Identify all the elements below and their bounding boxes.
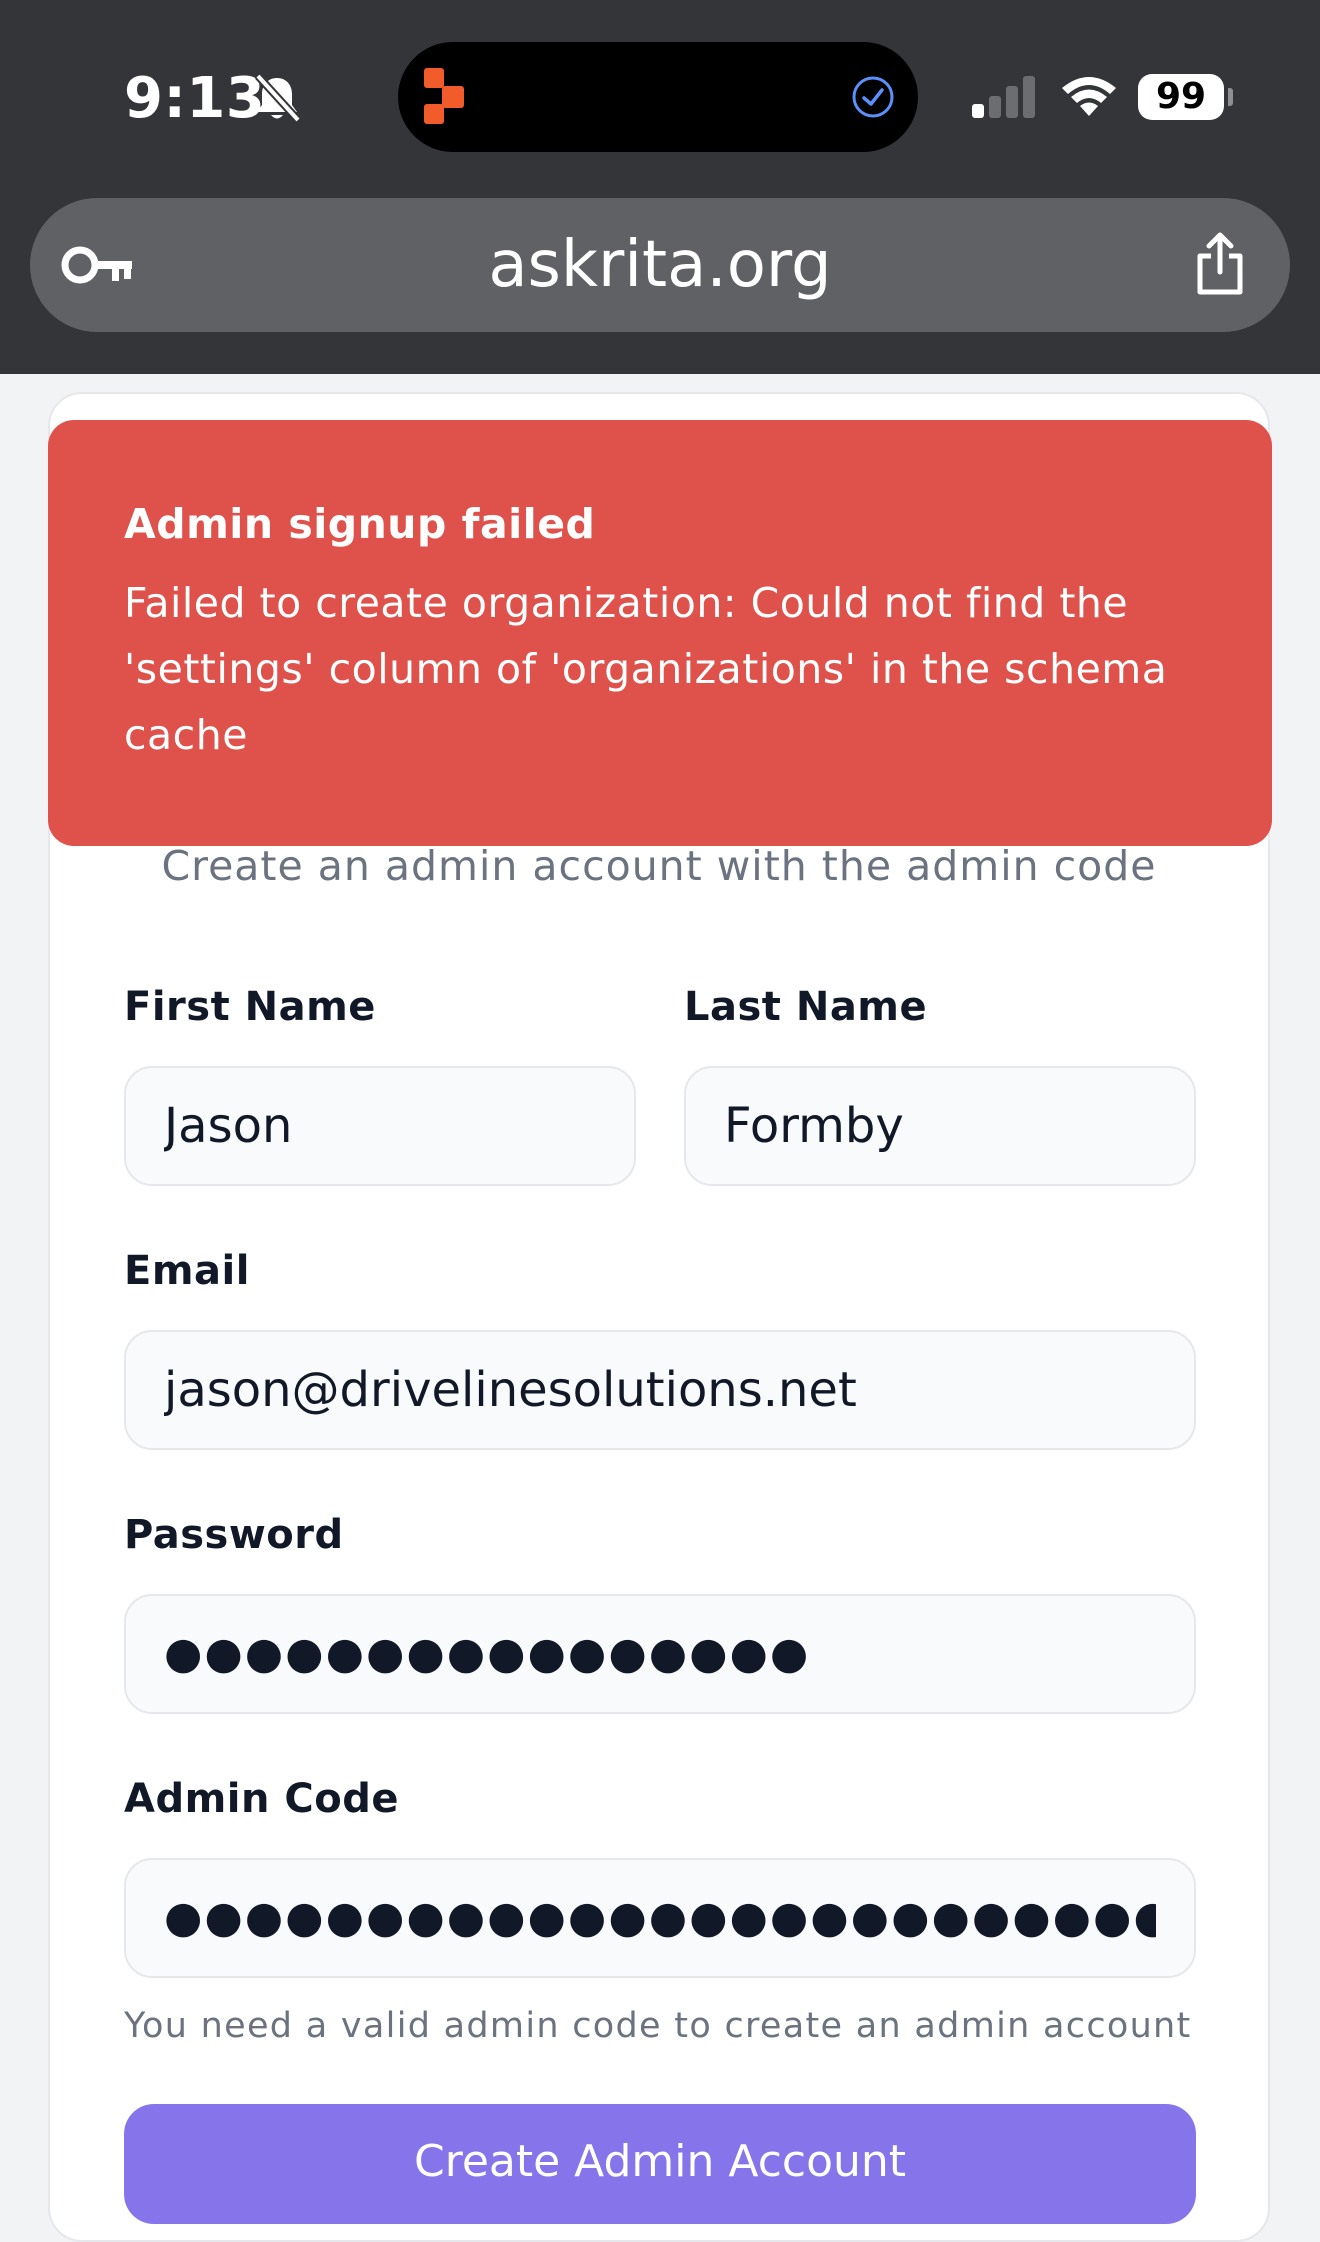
share-icon[interactable] xyxy=(1192,232,1248,296)
toast-message: Failed to create organization: Could not… xyxy=(124,579,1168,759)
password-label: Password xyxy=(124,1512,344,1558)
last-name-value: Formby xyxy=(724,1098,904,1154)
last-name-label: Last Name xyxy=(684,984,928,1030)
url-text[interactable]: askrita.org xyxy=(30,228,1290,302)
admin-code-input[interactable]: ●●●●●●●●●●●●●●●●●●●●●●●●●●●●●●●●● xyxy=(124,1858,1196,1978)
admin-code-value: ●●●●●●●●●●●●●●●●●●●●●●●●●●●●●●●●● xyxy=(164,1892,1156,1943)
admin-code-hint: You need a valid admin code to create an… xyxy=(124,2006,1192,2046)
email-input[interactable]: jason@drivelinesolutions.net xyxy=(124,1330,1196,1450)
url-bar[interactable]: askrita.org xyxy=(30,198,1290,332)
wifi-icon xyxy=(1062,77,1116,116)
admin-code-label: Admin Code xyxy=(124,1776,399,1822)
check-circle-icon xyxy=(852,76,894,118)
email-label: Email xyxy=(124,1248,250,1294)
password-input[interactable]: ●●●●●●●●●●●●●●●● xyxy=(124,1594,1196,1714)
app-icon xyxy=(424,68,464,124)
first-name-label: First Name xyxy=(124,984,376,1030)
battery-tip xyxy=(1228,88,1233,106)
toast-title: Admin signup failed xyxy=(124,500,596,548)
first-name-value: Jason xyxy=(164,1098,293,1154)
battery-icon: 99 xyxy=(1138,74,1224,120)
status-time: 9:13 xyxy=(124,66,266,131)
first-name-input[interactable]: Jason xyxy=(124,1066,636,1186)
error-toast[interactable]: Admin signup failed Failed to create org… xyxy=(48,420,1272,846)
cellular-signal-icon xyxy=(972,76,1035,118)
browser-chrome: 9:13 99 askrita.org xyxy=(0,0,1320,374)
last-name-input[interactable]: Formby xyxy=(684,1066,1196,1186)
bell-slash-icon xyxy=(255,73,301,123)
form-subtitle: Create an admin account with the admin c… xyxy=(161,842,1157,890)
password-value: ●●●●●●●●●●●●●●●● xyxy=(164,1628,811,1679)
email-value: jason@drivelinesolutions.net xyxy=(164,1362,857,1418)
create-admin-account-button[interactable]: Create Admin Account xyxy=(124,2104,1196,2224)
dynamic-island xyxy=(398,42,918,152)
